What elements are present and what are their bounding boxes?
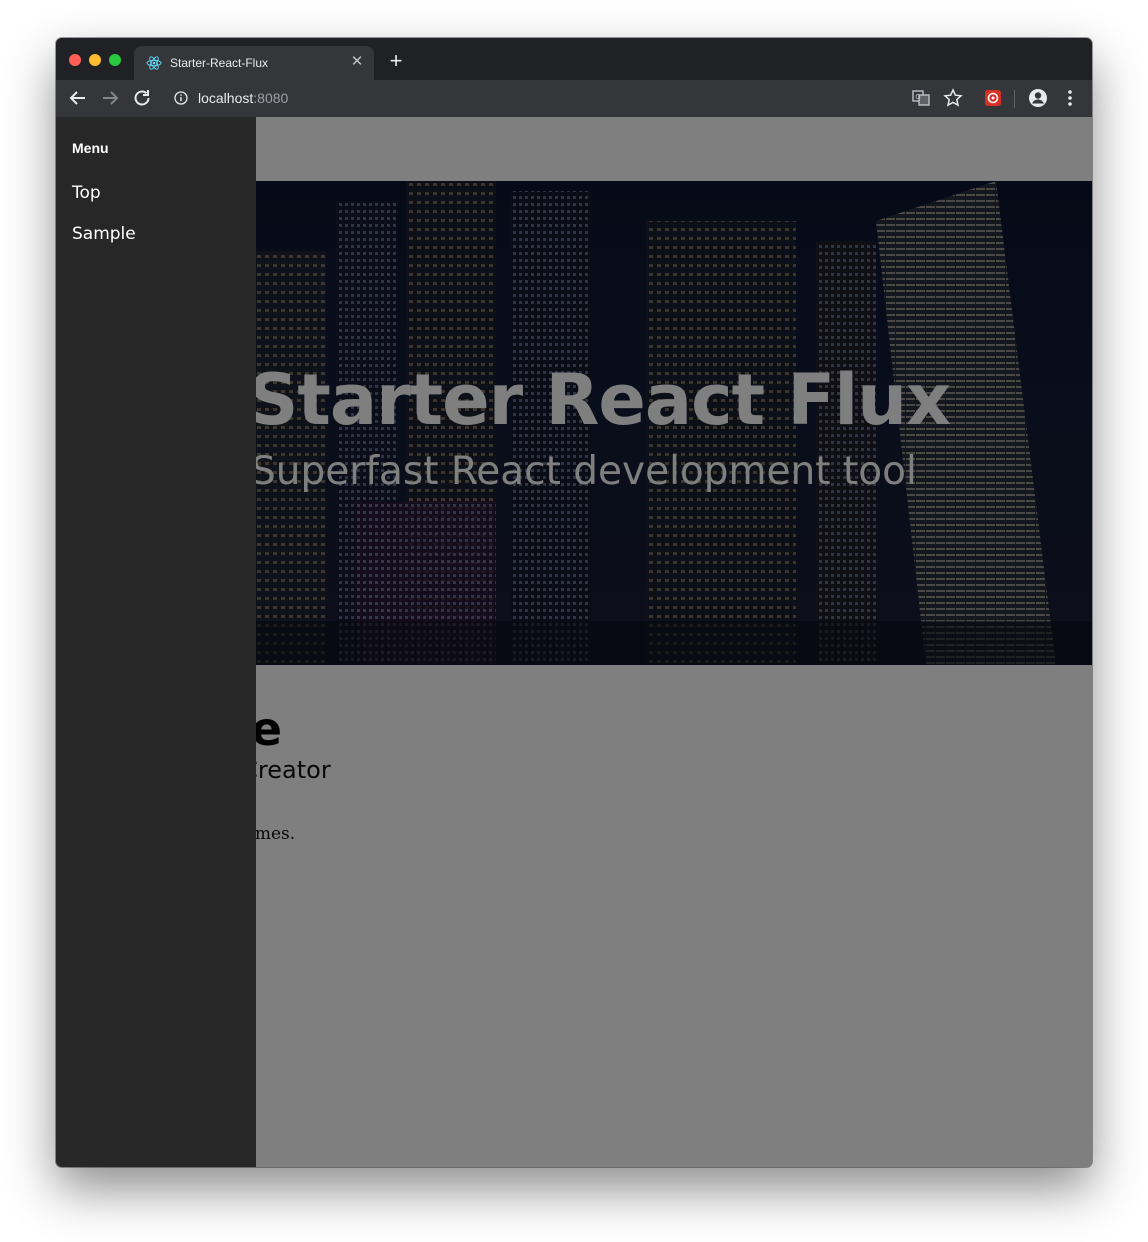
close-window-button[interactable] xyxy=(69,54,81,66)
page-viewport: Starter React Flux Superfast React devel… xyxy=(56,117,1092,1167)
svg-text:G: G xyxy=(915,93,920,101)
browser-window: Starter-React-Flux ✕ + localhost:8080 G … xyxy=(56,38,1092,1167)
forward-arrow-icon[interactable] xyxy=(98,86,122,110)
drawer-item-sample[interactable]: Sample xyxy=(72,221,242,247)
url-port: :8080 xyxy=(253,90,289,106)
browser-toolbar: localhost:8080 G xyxy=(56,80,1092,117)
browser-tab[interactable]: Starter-React-Flux ✕ xyxy=(134,46,374,80)
extension-icon[interactable] xyxy=(982,87,1004,109)
url-host: localhost xyxy=(198,90,254,106)
url-text[interactable]: localhost:8080 xyxy=(198,90,288,106)
drawer-header: Menu xyxy=(72,140,109,156)
side-drawer: Menu Top Sample xyxy=(56,117,256,1167)
reload-icon[interactable] xyxy=(130,86,154,110)
more-menu-icon[interactable] xyxy=(1059,87,1081,109)
tab-strip: Starter-React-Flux ✕ + xyxy=(56,38,1092,80)
tab-title: Starter-React-Flux xyxy=(170,56,269,70)
profile-avatar-icon[interactable] xyxy=(1027,87,1049,109)
drawer-item-top[interactable]: Top xyxy=(72,180,242,206)
toolbar-divider xyxy=(1014,90,1015,108)
zoom-window-button[interactable] xyxy=(109,54,121,66)
back-arrow-icon[interactable] xyxy=(66,86,90,110)
react-logo-icon xyxy=(146,56,162,70)
address-bar[interactable]: localhost:8080 xyxy=(164,84,968,112)
new-tab-button[interactable]: + xyxy=(386,50,406,72)
tab-close-icon[interactable]: ✕ xyxy=(348,53,366,71)
minimize-window-button[interactable] xyxy=(89,54,101,66)
info-icon[interactable] xyxy=(174,91,188,105)
translate-icon[interactable]: G xyxy=(910,87,932,109)
bookmark-star-icon[interactable] xyxy=(942,87,964,109)
